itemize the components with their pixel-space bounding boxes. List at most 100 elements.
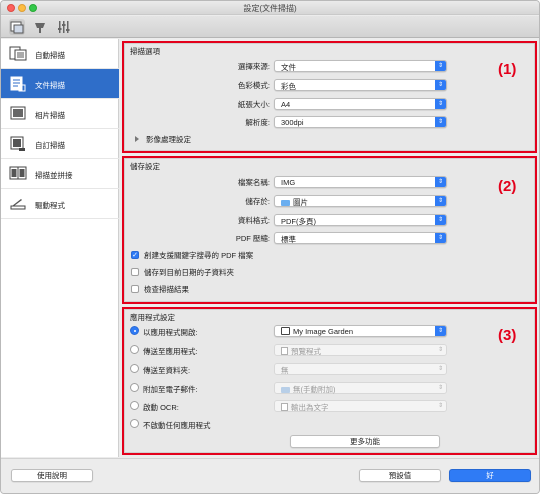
toolbar [1,16,539,38]
attach-email-label: 附加至電子郵件: [143,385,198,394]
no-app-label: 不啟動任何應用程式 [143,421,211,430]
sidebar-item-driver[interactable]: 驅動程式 [1,189,119,219]
file-name-value: IMG [281,178,296,187]
start-ocr-value: 輸出為文字 [291,403,329,412]
no-app-radio[interactable] [130,419,139,428]
window-title: 設定(文件掃描) [243,4,297,13]
attach-email-radio[interactable] [130,383,139,392]
color-mode-select[interactable]: 彩色 ⇕ [274,79,447,91]
app-icon [281,327,290,335]
section-marker-2: (2) [498,178,517,195]
source-label: 選擇來源: [237,62,270,71]
resolution-value: 300dpi [281,118,304,127]
keyword-pdf-checkbox[interactable]: ✓ [131,251,139,259]
resolution-select[interactable]: 300dpi ⇕ [274,116,447,128]
send-to-app-select[interactable]: 預覽程式 ⇕ [274,344,447,356]
custom-scan-icon [9,135,27,152]
chevron-up-down-icon: ⇕ [435,233,446,243]
driver-icon [9,195,27,212]
check-results-label: 檢查掃描結果 [144,285,189,294]
chevron-up-down-icon: ⇕ [435,215,446,225]
sidebar-item-label: 驅動程式 [35,201,65,210]
send-to-app-radio[interactable] [130,345,139,354]
send-to-folder-select[interactable]: 無 ⇕ [274,363,447,375]
scan-settings-icon[interactable] [9,19,25,35]
send-to-folder-label: 傳送至資料夾: [143,366,191,375]
color-mode-label: 色彩模式: [237,81,270,90]
settings-content: 掃描選項 (1) 選擇來源: 文件 ⇕ 色彩模式: 彩色 ⇕ 紙張大小: A4 … [120,39,539,457]
start-ocr-radio[interactable] [130,401,139,410]
open-with-app-label: 以應用程式開啟: [143,328,198,337]
advanced-settings-icon[interactable] [55,19,71,35]
date-subfolder-label: 儲存到目前日期的子資料夾 [144,268,234,277]
chevron-up-down-icon: ⇕ [435,80,446,90]
file-name-label: 檔案名稱: [237,178,270,187]
sidebar-item-scan-and-stitch[interactable]: 掃描並拼接 [1,159,119,189]
paper-size-value: A4 [281,100,291,109]
pdf-compression-select[interactable]: 標準 ⇕ [274,232,447,244]
source-select[interactable]: 文件 ⇕ [274,60,447,72]
ok-button[interactable]: 好 [449,469,531,482]
general-settings-icon[interactable] [32,19,48,35]
sidebar-item-label: 相片掃描 [35,111,65,120]
start-ocr-label: 啟動 OCR: [143,403,179,412]
pdf-compression-value: 標準 [281,235,296,244]
date-subfolder-checkbox[interactable] [131,268,139,276]
paper-size-label: 紙張大小: [237,100,270,109]
data-format-select[interactable]: PDF(多頁) ⇕ [274,214,447,226]
send-to-app-value: 預覽程式 [291,347,321,356]
chevron-up-down-icon: ⇕ [437,403,444,409]
color-mode-value: 彩色 [281,82,296,91]
save-in-value: 圖片 [293,198,308,207]
section-marker-3: (3) [498,327,517,344]
sidebar: 自動掃描 文件掃描 相片掃描 自訂掃描 掃描並拼接 驅動程式 [1,39,119,457]
footer: 使用說明 預設值 好 [1,458,539,493]
scan-options-title: 掃描選項 [130,47,160,56]
attach-email-value: 無(手動附加) [293,385,336,394]
sidebar-item-label: 自訂掃描 [35,141,65,150]
data-format-value: PDF(多頁) [281,217,316,226]
chevron-up-down-icon: ⇕ [435,117,446,127]
save-in-select[interactable]: 圖片 ⇕ [274,195,447,207]
source-value: 文件 [281,63,296,72]
file-name-field[interactable]: IMG ⇕ [274,176,447,188]
open-with-app-value: My Image Garden [293,327,354,336]
folder-icon [281,200,290,206]
chevron-up-down-icon: ⇕ [435,326,446,336]
check-results-checkbox[interactable] [131,285,139,293]
paper-size-select[interactable]: A4 ⇕ [274,98,447,110]
attach-email-select[interactable]: 無(手動附加) ⇕ [274,382,447,394]
title-bar: 設定(文件掃描) [1,1,539,15]
chevron-up-down-icon: ⇕ [435,61,446,71]
scan-and-stitch-icon [9,165,27,182]
sidebar-item-label: 自動掃描 [35,51,65,60]
open-with-app-radio[interactable] [130,326,139,335]
help-button[interactable]: 使用說明 [11,469,93,482]
send-to-folder-radio[interactable] [130,364,139,373]
image-processing-settings[interactable]: 影像處理設定 [146,134,191,145]
more-functions-button[interactable]: 更多功能 [290,435,440,448]
keyword-pdf-label: 創建支援關鍵字搜尋的 PDF 檔案 [144,251,254,260]
send-to-app-label: 傳送至應用程式: [143,347,198,356]
defaults-button[interactable]: 預設值 [359,469,441,482]
send-to-folder-value: 無 [281,366,289,375]
data-format-label: 資料格式: [237,216,270,225]
start-ocr-select[interactable]: 輸出為文字 ⇕ [274,400,447,412]
section-marker-1: (1) [498,61,517,78]
save-in-label: 儲存於: [245,197,270,206]
sidebar-item-document-scan[interactable]: 文件掃描 [1,69,119,99]
disclosure-triangle-icon[interactable] [135,136,139,142]
text-output-icon [281,403,288,411]
open-with-app-select[interactable]: My Image Garden ⇕ [274,325,447,337]
preview-icon [281,347,288,355]
chevron-up-down-icon: ⇕ [435,196,446,206]
photo-scan-icon [9,105,27,122]
sidebar-item-label: 文件掃描 [35,81,65,90]
sidebar-item-auto-scan[interactable]: 自動掃描 [1,39,119,69]
sidebar-item-photo-scan[interactable]: 相片掃描 [1,99,119,129]
folder-icon [281,387,290,393]
sidebar-item-custom-scan[interactable]: 自訂掃描 [1,129,119,159]
chevron-up-down-icon: ⇕ [435,177,446,187]
save-settings-title: 儲存設定 [130,162,160,171]
chevron-up-down-icon: ⇕ [437,385,444,391]
